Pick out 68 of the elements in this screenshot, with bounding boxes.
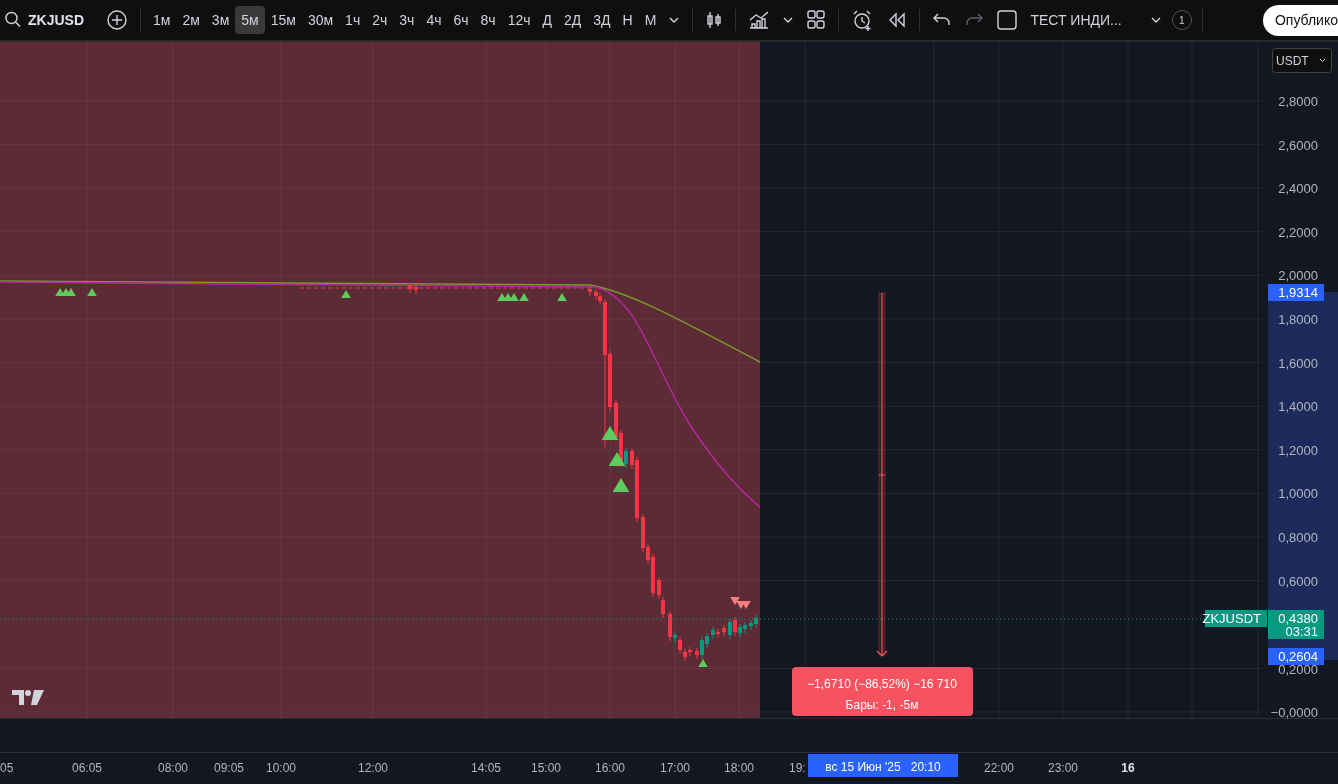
template-dropdown[interactable]: ТЕСТ ИНДИ...: [1024, 6, 1128, 34]
time-tick-label: 10:00: [266, 761, 296, 775]
interval-button[interactable]: 8ч: [474, 6, 502, 34]
currency-dropdown[interactable]: USDT: [1272, 48, 1332, 73]
interval-button[interactable]: 2ч: [366, 6, 394, 34]
interval-button[interactable]: Д: [536, 6, 559, 34]
symbol-name[interactable]: ZKJUSD: [28, 9, 84, 31]
up-triangle-icon: [612, 478, 630, 492]
interval-button[interactable]: 4ч: [420, 6, 448, 34]
interval-button[interactable]: 30м: [301, 6, 340, 34]
time-tick-label: 15:00: [531, 761, 561, 775]
interval-button[interactable]: 3м: [205, 6, 236, 34]
interval-button[interactable]: 1м: [147, 6, 177, 34]
time-tick-label: 23:00: [1048, 761, 1078, 775]
price-tick-label: 2,0000: [1278, 268, 1318, 284]
price-tick-label: −0,0000: [1270, 705, 1318, 720]
publish-button[interactable]: Опублико: [1262, 4, 1338, 36]
price-tick-label: 1,6000: [1278, 355, 1318, 371]
interval-button[interactable]: 1ч: [339, 6, 367, 34]
price-tick-label: 2,6000: [1278, 137, 1318, 153]
price-tick-label: 1,2000: [1278, 442, 1318, 458]
symbol-label: ZKJUSDT: [1202, 610, 1267, 627]
time-tick-label: 16: [1121, 761, 1135, 775]
time-tick-label: 22:00: [984, 761, 1014, 775]
time-tick-label: 09:05: [214, 761, 244, 775]
candlestick: [722, 624, 726, 637]
price-tick-label: 1,4000: [1278, 399, 1318, 415]
up-triangle-icon: [608, 452, 626, 466]
price-tick-label: 2,8000: [1278, 94, 1318, 109]
time-tick-label: 19:: [789, 761, 806, 775]
time-tick-label: 16:00: [595, 761, 625, 775]
up-triangle-icon: [698, 659, 708, 667]
last-price-label: 0,4380 03:31: [1268, 610, 1324, 639]
candlestick: [408, 282, 412, 294]
price-tick-label: 2,4000: [1278, 181, 1318, 197]
up-triangle-icon: [557, 293, 567, 301]
time-tick-label: 05: [0, 761, 14, 775]
time-tick-label: 12:00: [358, 761, 388, 775]
price-tick-label: 1,8000: [1278, 312, 1318, 327]
time-tick-label: 08:00: [158, 761, 188, 775]
interval-button[interactable]: 15м: [264, 6, 302, 34]
time-tick-label: 18:00: [724, 761, 754, 775]
price-tick-label: 0,8000: [1278, 530, 1318, 545]
interval-button[interactable]: 3ч: [393, 6, 421, 34]
price-tick-label: 1,0000: [1278, 486, 1318, 502]
up-triangle-icon: [87, 288, 97, 296]
time-tick-label: 14:05: [471, 761, 501, 775]
logo-icon: [12, 690, 44, 705]
price-label: 0,2604: [1268, 648, 1324, 665]
up-triangle-icon: [601, 426, 619, 440]
time-tick-label: 17:00: [660, 761, 690, 775]
interval-button[interactable]: Н: [616, 6, 639, 34]
price-label: 1,9314: [1268, 284, 1324, 301]
interval-button[interactable]: 2м: [176, 6, 206, 34]
interval-button[interactable]: 12ч: [501, 6, 537, 34]
interval-button[interactable]: 3Д: [587, 6, 617, 34]
interval-button[interactable]: 6ч: [447, 6, 475, 34]
interval-button[interactable]: 5м: [235, 6, 265, 34]
interval-button[interactable]: 2Д: [558, 6, 588, 34]
interval-button[interactable]: М: [638, 6, 663, 34]
price-tick-label: 2,2000: [1278, 224, 1318, 240]
time-tick-label: 06:05: [72, 761, 102, 775]
up-triangle-icon: [341, 290, 351, 298]
price-tick-label: 0,6000: [1278, 573, 1318, 589]
measure-tooltip: −1,6710 (−86,52%) −16 710 Бары: -1, -5м: [792, 667, 973, 716]
candlestick: [588, 285, 592, 297]
crosshair-time-label: вс 15 Июн '25 20:10: [808, 754, 958, 777]
candlestick: [414, 283, 418, 295]
